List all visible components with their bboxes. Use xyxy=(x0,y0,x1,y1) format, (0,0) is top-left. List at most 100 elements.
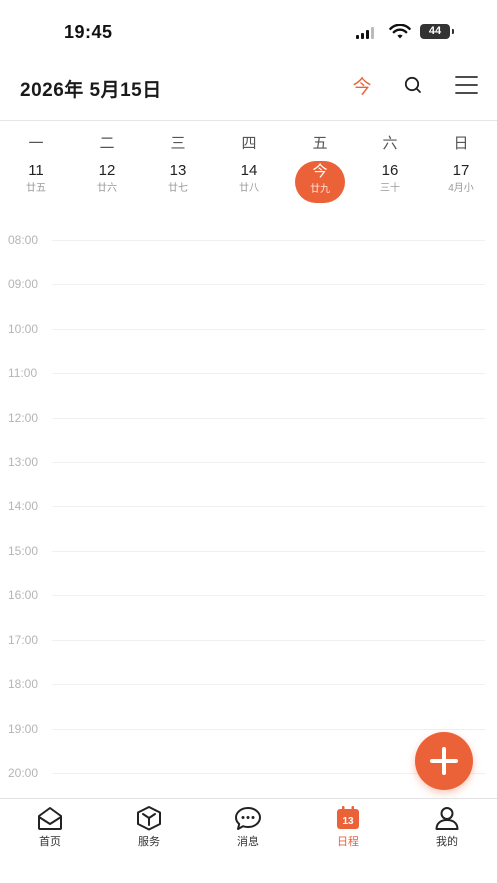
hour-label: 16:00 xyxy=(8,588,39,602)
lunar-date: 廿五 xyxy=(26,183,46,194)
current-date-title[interactable]: 2026年 5月15日 xyxy=(20,75,162,102)
weekday-label: 二 xyxy=(99,135,115,152)
hour-label: 08:00 xyxy=(8,233,39,247)
tab-home[interactable]: 首页 xyxy=(20,805,80,853)
message-bubble-icon xyxy=(235,807,261,830)
hour-row[interactable]: 17:00 xyxy=(0,630,497,650)
tab-label: 首页 xyxy=(39,836,61,848)
date-number: 13 xyxy=(169,162,187,179)
hour-gridline xyxy=(52,684,485,685)
weekday-label: 一 xyxy=(28,135,44,152)
tab-profile[interactable]: 我的 xyxy=(417,805,477,853)
battery-level: 44 xyxy=(428,25,442,37)
date-cell[interactable]: 11 廿五 xyxy=(10,160,62,204)
hour-label: 20:00 xyxy=(8,766,39,780)
hour-label: 15:00 xyxy=(8,544,39,558)
hour-gridline xyxy=(52,551,485,552)
hour-gridline xyxy=(52,284,485,285)
hour-gridline xyxy=(52,729,485,730)
hour-label: 09:00 xyxy=(8,277,39,291)
weekday-row: 一 二 三 四 五 六 日 xyxy=(0,132,497,154)
hour-label: 11:00 xyxy=(8,366,38,380)
date-number: 14 xyxy=(240,162,258,179)
weekday-label: 三 xyxy=(170,135,186,152)
date-number: 今 xyxy=(312,163,328,180)
header-divider xyxy=(0,120,497,121)
lunar-date: 三十 xyxy=(380,183,400,194)
hour-row[interactable]: 19:00 xyxy=(0,719,497,739)
week-dates-row: 11 廿五 12 廿六 13 廿七 14 廿八 今 廿九 16 三十 17 4月… xyxy=(0,160,497,204)
hour-label: 18:00 xyxy=(8,677,39,691)
tab-schedule[interactable]: 13 日程 xyxy=(318,805,378,853)
wifi-icon xyxy=(389,24,411,39)
hour-gridline xyxy=(52,240,485,241)
menu-icon[interactable] xyxy=(455,74,478,96)
date-cell[interactable]: 17 4月小 xyxy=(435,160,487,204)
calendar-header: 2026年 5月15日 今 xyxy=(0,60,497,118)
weekday-label: 六 xyxy=(382,135,398,152)
hour-row[interactable]: 16:00 xyxy=(0,585,497,605)
hour-gridline xyxy=(52,506,485,507)
hour-label: 19:00 xyxy=(8,722,39,736)
calendar-badge: 13 xyxy=(342,816,354,827)
hour-row[interactable]: 08:00 xyxy=(0,230,497,250)
date-number: 16 xyxy=(381,162,399,179)
cellular-signal-icon xyxy=(356,27,374,39)
today-button[interactable]: 今 xyxy=(350,72,374,99)
hour-label: 13:00 xyxy=(8,455,39,469)
hour-label: 12:00 xyxy=(8,411,39,425)
hour-row[interactable]: 18:00 xyxy=(0,674,497,694)
weekday-label: 五 xyxy=(312,135,328,152)
home-icon xyxy=(38,807,62,830)
bottom-tab-bar: 首页 服务 消息 13 日程 我的 xyxy=(0,798,497,883)
hour-gridline xyxy=(52,373,485,374)
date-cell[interactable]: 13 廿七 xyxy=(152,160,204,204)
hour-label: 14:00 xyxy=(8,499,39,513)
service-cube-icon xyxy=(137,806,161,831)
hour-row[interactable]: 13:00 xyxy=(0,452,497,472)
date-cell[interactable]: 12 廿六 xyxy=(81,160,133,204)
hour-row[interactable]: 14:00 xyxy=(0,496,497,516)
lunar-date: 廿九 xyxy=(310,184,330,195)
hour-row[interactable]: 12:00 xyxy=(0,408,497,428)
tab-messages[interactable]: 消息 xyxy=(218,805,278,853)
tab-label: 服务 xyxy=(138,836,160,848)
hour-gridline xyxy=(52,640,485,641)
date-cell[interactable]: 14 廿八 xyxy=(223,160,275,204)
status-bar: 19:45 44 xyxy=(0,0,497,60)
weekday-label: 日 xyxy=(453,135,469,152)
calendar-icon: 13 xyxy=(337,806,359,829)
hour-gridline xyxy=(52,329,485,330)
date-number: 17 xyxy=(452,162,470,179)
hour-gridline xyxy=(52,418,485,419)
battery-cap xyxy=(452,29,454,34)
hour-row[interactable]: 09:00 xyxy=(0,274,497,294)
lunar-date: 廿八 xyxy=(239,183,259,194)
day-timeline[interactable]: 08:00 09:00 10:00 11:00 12:00 13:00 14:0… xyxy=(0,218,497,798)
add-event-button[interactable] xyxy=(415,732,473,790)
date-cell-today[interactable]: 今 廿九 xyxy=(295,161,345,203)
hour-label: 17:00 xyxy=(8,633,39,647)
search-icon[interactable] xyxy=(402,74,424,96)
plus-icon-stem xyxy=(442,747,446,775)
lunar-date: 4月小 xyxy=(448,183,474,194)
status-time: 19:45 xyxy=(64,22,113,42)
date-number: 12 xyxy=(98,162,116,179)
weekday-label: 四 xyxy=(241,135,257,152)
profile-icon xyxy=(435,807,459,830)
date-number: 11 xyxy=(28,162,44,179)
hour-label: 10:00 xyxy=(8,322,39,336)
tab-service[interactable]: 服务 xyxy=(119,805,179,853)
tab-label: 我的 xyxy=(436,836,458,848)
hour-gridline xyxy=(52,595,485,596)
hour-gridline xyxy=(52,462,485,463)
hour-row[interactable]: 15:00 xyxy=(0,541,497,561)
lunar-date: 廿六 xyxy=(97,183,117,194)
battery-icon: 44 xyxy=(420,24,450,39)
date-cell[interactable]: 16 三十 xyxy=(364,160,416,204)
hour-row[interactable]: 10:00 xyxy=(0,319,497,339)
hour-row[interactable]: 11:00 xyxy=(0,363,497,383)
lunar-date: 廿七 xyxy=(168,183,188,194)
tab-label: 日程 xyxy=(337,836,359,848)
tab-label: 消息 xyxy=(237,836,259,848)
